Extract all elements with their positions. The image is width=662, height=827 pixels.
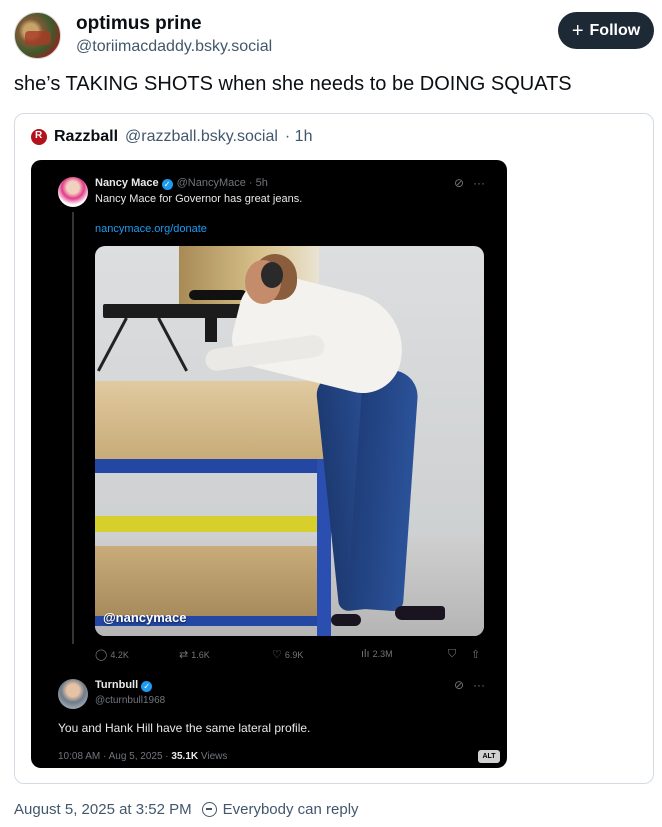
tweet-author-name: Nancy Mace: [95, 177, 159, 189]
views-icon: ılı: [361, 648, 370, 660]
tweet-photo: @nancymace: [95, 246, 484, 636]
photo-watermark: @nancymace: [103, 610, 187, 625]
post-text: she’s TAKING SHOTS when she needs to be …: [14, 73, 572, 95]
photo-magazine: [205, 318, 217, 342]
embedded-screenshot[interactable]: Nancy Mace ✓ @NancyMace · 5h ⊘ ··· Nancy M…: [31, 160, 507, 768]
reply-count: 4.2K: [110, 649, 129, 660]
verified-check-icon: ✓: [161, 179, 173, 190]
reply-text: You and Hank Hill have the same lateral …: [58, 721, 311, 735]
plus-icon: +: [571, 19, 584, 42]
tweet-views: ılı 2.3M: [361, 648, 393, 660]
tweet-replies: ◯ 4.2K: [95, 648, 129, 661]
quoted-post-card[interactable]: Razzball @razzball.bsky.social · 1h Nanc…: [14, 113, 654, 784]
tweet-top-icons: ⊘ ···: [454, 176, 485, 190]
photo-shoe: [395, 606, 445, 620]
photo-bench-rail: [95, 516, 323, 532]
quoted-author-name[interactable]: Razzball: [54, 128, 118, 146]
reply-meta: 10:08 AM · Aug 5, 2025 · 35.1K Views: [58, 751, 227, 762]
reply-meta-views-label: Views: [198, 751, 228, 762]
reply-author-name: Turnbull: [95, 679, 139, 691]
more-icon: ···: [473, 176, 485, 190]
thread-line: [72, 212, 74, 644]
alt-text-badge[interactable]: ALT: [478, 750, 500, 763]
reply-meta-time: 10:08 AM · Aug 5, 2025 ·: [58, 751, 172, 762]
bookmark-icon: ⛉: [448, 648, 457, 660]
photo-bipod-leg: [157, 317, 188, 372]
reply-setting-label: Everybody can reply: [222, 801, 359, 818]
tweet-link: nancymace.org/donate: [95, 223, 207, 235]
tweet-action-bar: ◯ 4.2K ⇄ 1.6K ♡ 6.9K ılı 2.3M ⛉ ⇧: [95, 648, 484, 662]
tweet-likes: ♡ 6.9K: [272, 648, 303, 661]
reply-author-avatar: [58, 679, 88, 709]
reply-top-icons: ⊘ ···: [454, 678, 485, 692]
reply-setting-icon: [201, 802, 217, 817]
reply-author-handle: @cturnbull1968: [95, 695, 166, 706]
heart-icon: ♡: [272, 649, 282, 661]
repost-count: 1.6K: [191, 649, 210, 660]
quoted-author-avatar[interactable]: [31, 129, 47, 145]
more-icon: ···: [473, 678, 485, 692]
photo-bench-top: [95, 381, 347, 459]
tweet-author-avatar: [58, 177, 88, 207]
reply-setting[interactable]: Everybody can reply: [201, 801, 359, 818]
tweet-handle-time: @NancyMace · 5h: [176, 177, 268, 189]
post-header: optimus prine @toriimacdaddy.bsky.social…: [14, 12, 654, 62]
photo-bench-frame: [95, 459, 337, 473]
like-count: 6.9K: [284, 649, 304, 660]
reply-icon: ◯: [95, 649, 108, 661]
follow-button[interactable]: + Follow: [558, 12, 654, 49]
view-count: 2.3M: [372, 649, 393, 659]
grok-icon: ⊘: [453, 678, 464, 692]
photo-scope: [189, 290, 247, 300]
photo-bipod-leg: [97, 317, 128, 372]
follow-button-label: Follow: [589, 21, 641, 39]
quoted-post-age: · 1h: [284, 128, 313, 145]
reply-author-line: Turnbull ✓: [95, 679, 153, 692]
tweet-text: Nancy Mace for Governor has great jeans.: [95, 193, 303, 205]
post-footer: August 5, 2025 at 3:52 PM Everybody can …: [14, 801, 359, 818]
author-avatar[interactable]: [14, 12, 61, 59]
tweet-author-line: Nancy Mace ✓ @NancyMace · 5h: [95, 177, 268, 190]
author-display-name[interactable]: optimus prine: [76, 13, 202, 35]
verified-check-icon: ✓: [141, 681, 153, 692]
photo-ear-muffs: [261, 262, 283, 288]
reply-meta-views-count: 35.1K: [171, 751, 199, 762]
quoted-post-header: Razzball @razzball.bsky.social · 1h: [31, 126, 312, 148]
repost-icon: ⇄: [179, 649, 189, 661]
grok-icon: ⊘: [453, 176, 464, 190]
photo-bench-shelf: [95, 546, 323, 616]
photo-shoe: [331, 614, 361, 626]
quoted-author-handle[interactable]: @razzball.bsky.social: [125, 128, 278, 146]
tweet-reposts: ⇄ 1.6K: [179, 648, 210, 661]
author-handle[interactable]: @toriimacdaddy.bsky.social: [76, 38, 272, 56]
post-timestamp[interactable]: August 5, 2025 at 3:52 PM: [14, 801, 192, 818]
share-icon: ⇧: [471, 649, 481, 661]
